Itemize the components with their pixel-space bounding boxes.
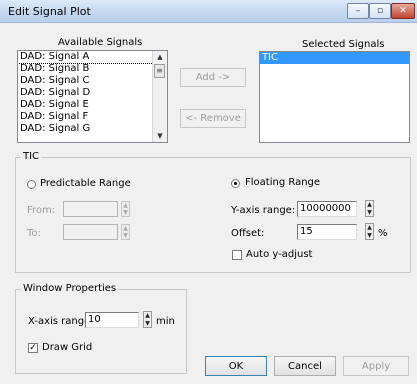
available-signal-item[interactable]: DAD: Signal E <box>18 99 167 111</box>
predictable-range-label[interactable]: Predictable Range <box>40 178 131 189</box>
selected-signal-item[interactable]: TIC <box>260 52 409 64</box>
spin-up-icon[interactable]: ▲ <box>144 312 151 320</box>
offset-label: Offset: <box>231 228 265 239</box>
spin-down-icon[interactable]: ▼ <box>366 232 373 240</box>
window-title: Edit Signal Plot <box>8 5 91 18</box>
spin-up-icon[interactable]: ▲ <box>366 201 373 209</box>
xaxis-range-unit: min <box>156 316 175 327</box>
to-spinner[interactable]: ▲ ▼ <box>121 224 130 240</box>
ok-button[interactable]: OK <box>205 356 267 376</box>
yaxis-range-field[interactable]: 10000000 <box>297 201 357 217</box>
scroll-thumb[interactable]: ≡ <box>154 64 165 78</box>
close-icon: ✕ <box>399 6 407 16</box>
available-signals-list[interactable]: DAD: Signal A DAD: Signal B DAD: Signal CD… <box>17 50 168 143</box>
maximize-icon: ▫ <box>376 6 384 16</box>
spin-up-icon[interactable]: ▲ <box>366 224 373 232</box>
floating-range-radio[interactable] <box>231 179 240 188</box>
xaxis-range-field[interactable]: 10 <box>85 312 139 328</box>
available-signals-header: Available Signals <box>58 37 143 48</box>
from-spinner[interactable]: ▲ ▼ <box>121 201 130 217</box>
available-signal-item[interactable]: DAD: Signal B <box>18 63 167 75</box>
available-signal-item[interactable]: DAD: Signal G <box>18 123 167 135</box>
spin-down-icon[interactable]: ▼ <box>144 320 151 328</box>
xaxis-range-label: X-axis range: <box>28 316 94 327</box>
title-bar[interactable]: Edit Signal Plot – ▫ ✕ <box>0 0 417 23</box>
scroll-up-icon[interactable]: ▲ <box>153 51 167 63</box>
maximize-button[interactable]: ▫ <box>369 3 391 19</box>
add-button[interactable]: Add -> <box>180 68 246 87</box>
available-signal-item[interactable]: DAD: Signal C <box>18 75 167 87</box>
selected-signals-header: Selected Signals <box>302 39 385 50</box>
minimize-icon: – <box>355 6 361 16</box>
available-signal-item[interactable]: DAD: Signal F <box>18 111 167 123</box>
from-label: From: <box>27 205 56 216</box>
spin-down-icon[interactable]: ▼ <box>122 232 129 239</box>
minimize-button[interactable]: – <box>347 3 369 19</box>
offset-spinner[interactable]: ▲ ▼ <box>365 223 374 240</box>
spin-up-icon[interactable]: ▲ <box>122 225 129 232</box>
cancel-button[interactable]: Cancel <box>274 356 336 376</box>
draw-grid-label[interactable]: Draw Grid <box>42 342 92 353</box>
remove-button[interactable]: <- Remove <box>180 109 246 128</box>
close-button[interactable]: ✕ <box>391 3 415 19</box>
to-field[interactable] <box>63 224 118 240</box>
floating-range-label[interactable]: Floating Range <box>245 177 320 188</box>
offset-field[interactable]: 15 <box>297 224 357 240</box>
auto-y-adjust-checkbox[interactable] <box>232 250 242 260</box>
apply-button[interactable]: Apply <box>343 356 409 376</box>
yaxis-range-label: Y-axis range: <box>231 205 296 216</box>
window-properties-group <box>15 289 187 374</box>
spin-down-icon[interactable]: ▼ <box>122 209 129 216</box>
draw-grid-checkbox[interactable]: ✓ <box>28 343 38 353</box>
available-signals-scrollbar[interactable]: ▲ ≡ ▼ <box>152 51 167 142</box>
xaxis-range-spinner[interactable]: ▲ ▼ <box>143 311 152 328</box>
from-field[interactable] <box>63 201 118 217</box>
predictable-range-radio[interactable] <box>27 180 36 189</box>
scroll-down-icon[interactable]: ▼ <box>153 130 167 142</box>
available-signal-item[interactable]: DAD: Signal D <box>18 87 167 99</box>
window-properties-title: Window Properties <box>21 283 119 294</box>
yaxis-range-spinner[interactable]: ▲ ▼ <box>365 200 374 217</box>
selected-signals-list[interactable]: TIC <box>259 51 410 143</box>
spin-down-icon[interactable]: ▼ <box>366 209 373 217</box>
auto-y-adjust-label[interactable]: Auto y-adjust <box>246 249 312 260</box>
offset-unit: % <box>378 228 388 239</box>
spin-up-icon[interactable]: ▲ <box>122 202 129 209</box>
tic-group-title: TIC <box>21 151 42 162</box>
to-label: To: <box>27 228 41 239</box>
available-signal-item[interactable]: DAD: Signal A <box>18 51 167 64</box>
